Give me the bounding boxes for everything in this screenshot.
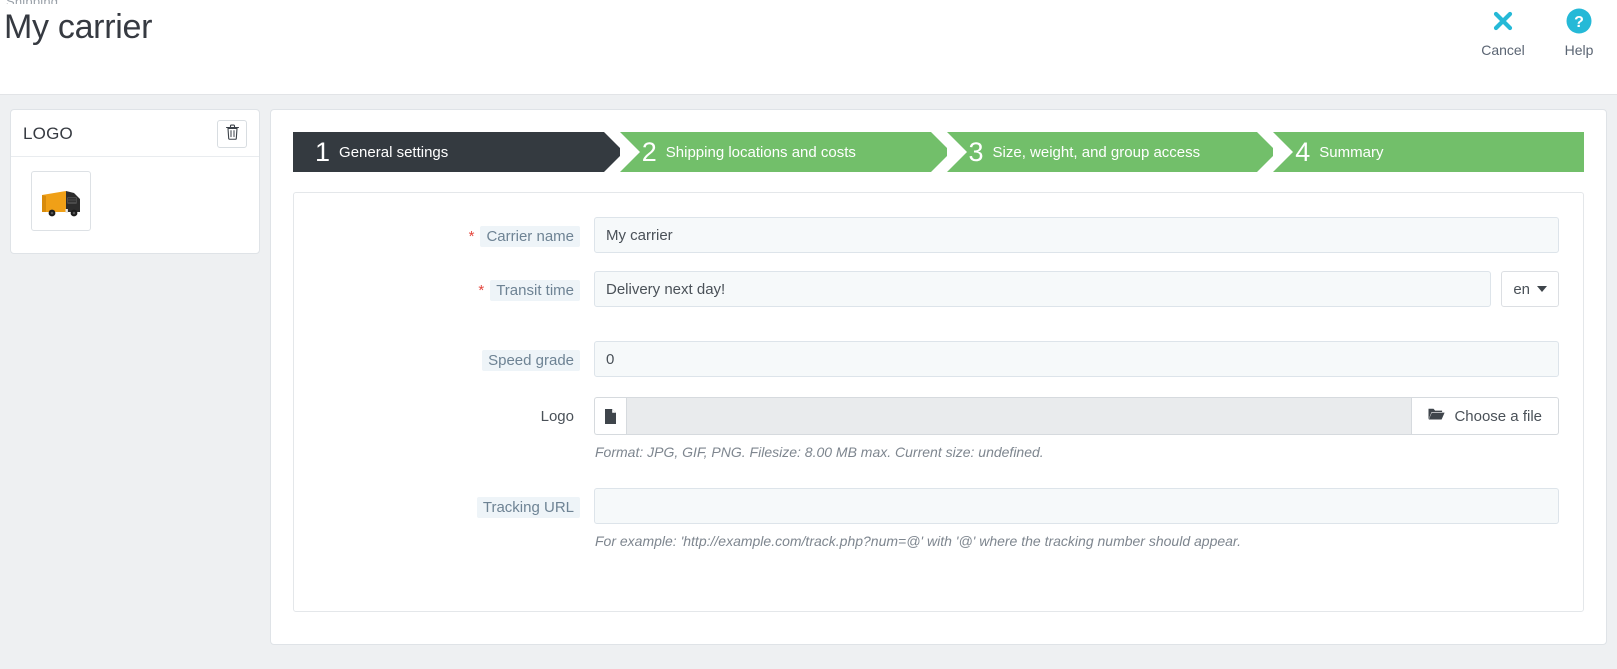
speed-grade-label-col: Speed grade (294, 341, 594, 371)
step-label: General settings (339, 143, 449, 161)
tracking-url-label-col: Tracking URL (294, 488, 594, 518)
svg-text:?: ? (1574, 14, 1584, 31)
page-header: Shipping My carrier Cancel ? Help (0, 0, 1617, 95)
help-circle-icon: ? (1549, 6, 1609, 36)
left-column: LOGO (10, 109, 260, 669)
language-value: en (1513, 280, 1530, 298)
header-actions: Cancel ? Help (1473, 6, 1609, 58)
wizard-steps: 1 General settings 2 Shipping locations … (293, 132, 1584, 172)
carrier-wizard-panel: 1 General settings 2 Shipping locations … (270, 109, 1607, 645)
form-row-tracking-url: Tracking URL For example: 'http://exampl… (294, 488, 1583, 549)
transit-time-input[interactable] (594, 271, 1492, 307)
help-button[interactable]: ? Help (1549, 6, 1609, 58)
step-label: Size, weight, and group access (992, 143, 1201, 161)
file-icon (594, 397, 626, 435)
logo-card-header: LOGO (11, 110, 259, 157)
wizard-step-general-settings[interactable]: 1 General settings (293, 132, 624, 172)
tracking-url-control: For example: 'http://example.com/track.p… (594, 488, 1559, 549)
general-settings-form: * Carrier name * Transit time (293, 192, 1584, 612)
wizard-step-shipping-locations-and-costs[interactable]: 2 Shipping locations and costs (619, 132, 951, 172)
form-row-logo: Logo Choose a file Format: JPG, GIF, PNG… (294, 397, 1583, 460)
logo-card-title: LOGO (23, 124, 73, 143)
step-label: Shipping locations and costs (665, 143, 856, 161)
step-number: 1 (315, 136, 331, 167)
speed-grade-control (594, 341, 1559, 377)
choose-a-file-button[interactable]: Choose a file (1412, 397, 1559, 435)
form-row-transit-time: * Transit time en (294, 271, 1583, 307)
logo-help-text: Format: JPG, GIF, PNG. Filesize: 8.00 MB… (595, 444, 1044, 460)
page-body: LOGO 1 General settings 2 Shipping locat… (0, 95, 1617, 669)
step-number: 3 (968, 136, 984, 167)
logo-card-body (11, 157, 259, 253)
tracking-url-help-text: For example: 'http://example.com/track.p… (595, 533, 1241, 549)
chevron-down-icon (1537, 286, 1547, 292)
transit-time-label: Transit time (490, 280, 580, 301)
breadcrumb[interactable]: Shipping (6, 0, 58, 4)
logo-card: LOGO (10, 109, 260, 254)
speed-grade-input[interactable] (594, 341, 1559, 377)
logo-label: Logo (540, 408, 574, 425)
logo-label-col: Logo (294, 397, 594, 427)
carrier-name-input[interactable] (594, 217, 1559, 253)
step-label: Summary (1319, 143, 1384, 161)
transit-time-control: en (594, 271, 1559, 307)
tracking-url-label: Tracking URL (476, 497, 580, 518)
logo-file-name-display[interactable] (626, 397, 1413, 435)
cancel-button[interactable]: Cancel (1473, 6, 1533, 58)
trash-icon (225, 124, 240, 145)
step-number: 2 (641, 136, 657, 167)
logo-file-input-group: Choose a file (594, 397, 1559, 435)
form-row-carrier-name: * Carrier name (294, 217, 1583, 253)
speed-grade-label: Speed grade (482, 350, 580, 371)
required-marker: * (468, 228, 475, 245)
help-label: Help (1564, 42, 1594, 58)
tracking-url-input[interactable] (594, 488, 1559, 524)
folder-open-icon (1428, 407, 1446, 425)
carrier-name-label: Carrier name (480, 226, 580, 247)
required-marker: * (478, 282, 485, 299)
carrier-name-control (594, 217, 1559, 253)
transit-time-label-col: * Transit time (294, 271, 594, 301)
transit-time-language-dropdown[interactable]: en (1501, 271, 1559, 307)
form-row-speed-grade: Speed grade (294, 341, 1583, 377)
right-column: 1 General settings 2 Shipping locations … (270, 109, 1607, 669)
page-title: My carrier (4, 8, 153, 46)
delete-logo-button[interactable] (217, 120, 247, 148)
cancel-label: Cancel (1481, 42, 1525, 58)
wizard-step-summary[interactable]: 4 Summary (1273, 132, 1584, 172)
carrier-name-label-col: * Carrier name (294, 217, 594, 247)
logo-control: Choose a file Format: JPG, GIF, PNG. Fil… (594, 397, 1559, 460)
choose-a-file-label: Choose a file (1454, 407, 1542, 425)
carrier-logo-thumbnail[interactable] (31, 171, 91, 231)
step-number: 4 (1295, 136, 1311, 167)
truck-image (42, 191, 80, 217)
close-icon (1473, 6, 1533, 36)
wizard-step-size-weight-group-access[interactable]: 3 Size, weight, and group access (946, 132, 1277, 172)
